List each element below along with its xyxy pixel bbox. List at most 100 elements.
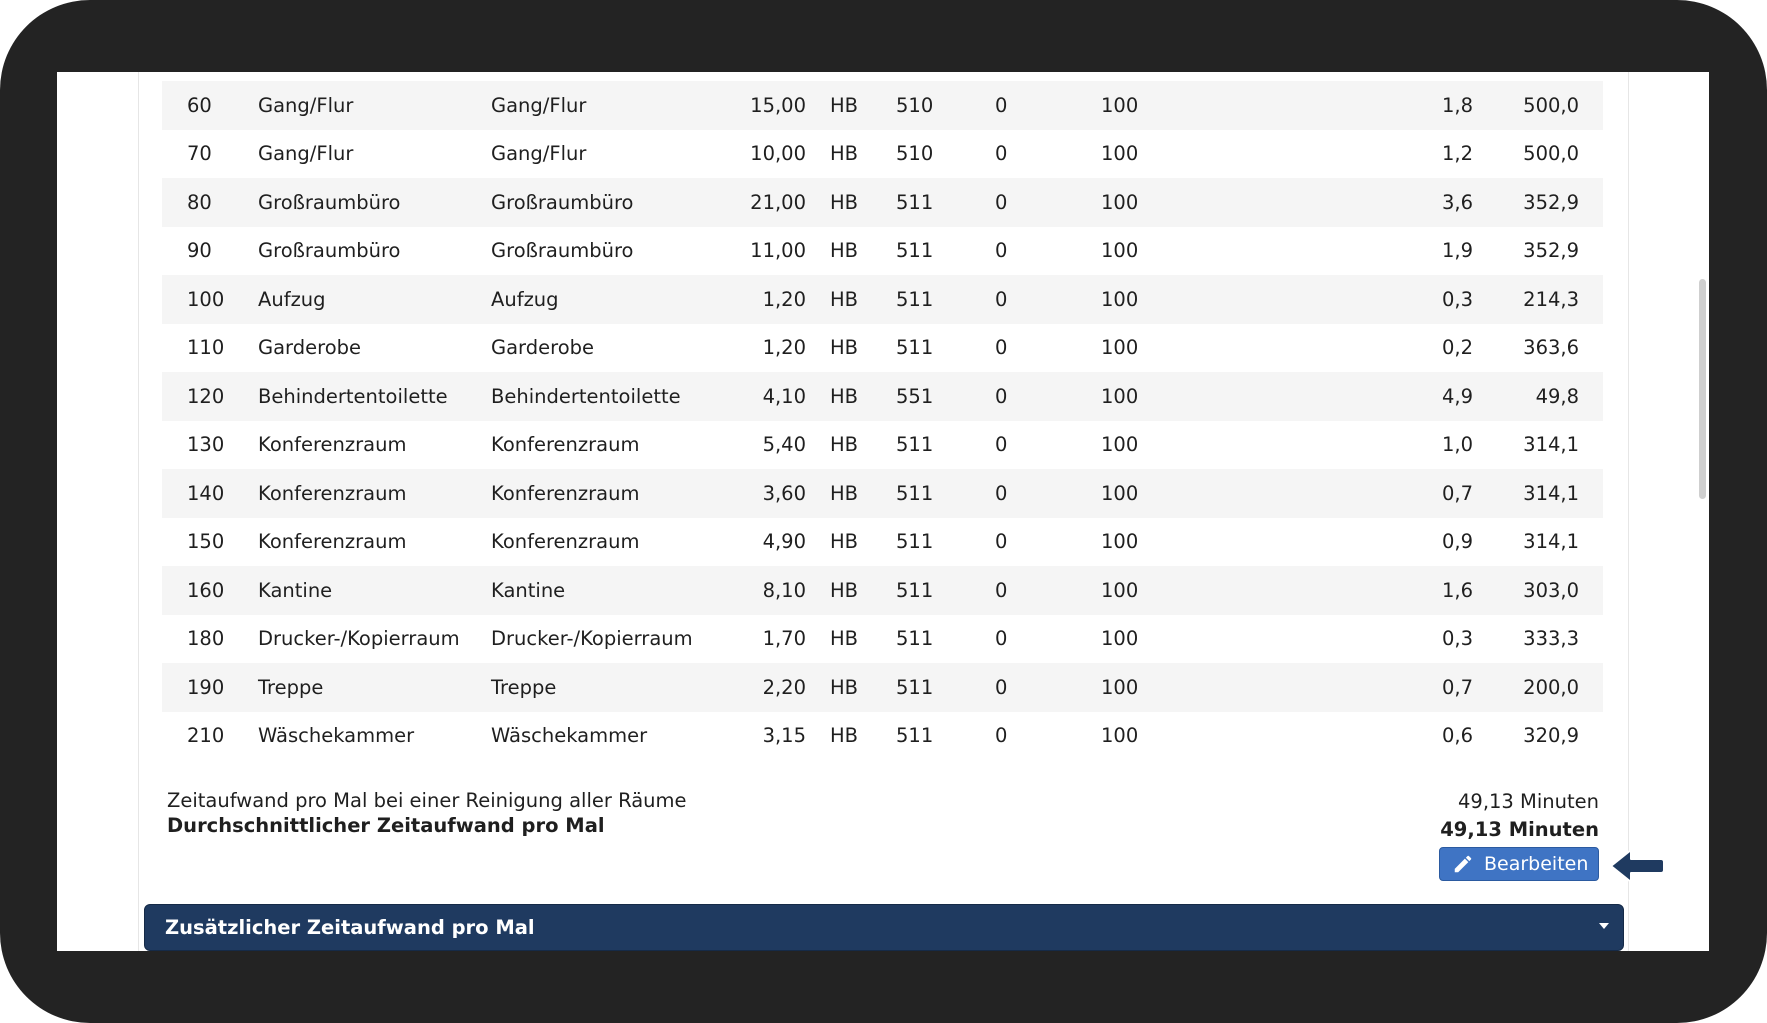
room-unit: HB bbox=[830, 239, 859, 263]
room-number: 60 bbox=[187, 93, 212, 117]
room-time: 1,2 bbox=[1441, 142, 1473, 166]
screen: 60 Gang/Flur Gang/Flur 15,00 HB 510 0 100 1,8 500… bbox=[57, 72, 1709, 951]
room-code: 511 bbox=[896, 481, 934, 505]
room-name: Behindertentoilette bbox=[258, 384, 448, 408]
room-type: Behindertentoilette bbox=[491, 384, 681, 408]
average-time-label: Durchschnittlicher Zeitaufwand pro Mal bbox=[167, 814, 605, 837]
table-row: 110 Garderobe Garderobe 1,20 HB 511 0 100 0,2 363… bbox=[162, 324, 1603, 373]
room-percent: 100 bbox=[1101, 287, 1139, 311]
room-area: 1,20 bbox=[762, 336, 806, 360]
room-area: 3,15 bbox=[762, 724, 806, 748]
room-unit: HB bbox=[830, 675, 859, 699]
room-time: 3,6 bbox=[1441, 190, 1473, 214]
table-row: 80 Großraumbüro Großraumbüro 21,00 HB 511 0 100… bbox=[162, 178, 1603, 227]
room-unit: HB bbox=[830, 384, 859, 408]
room-area: 1,70 bbox=[762, 627, 806, 651]
table-row: 140 Konferenzraum Konferenzraum 3,60 HB 511 0 1… bbox=[162, 469, 1603, 518]
scrollbar-thumb[interactable] bbox=[1699, 279, 1706, 499]
room-name: Großraumbüro bbox=[258, 190, 401, 214]
room-name: Kantine bbox=[258, 578, 333, 602]
room-area: 4,90 bbox=[762, 530, 806, 554]
room-zero-value: 0 bbox=[995, 530, 1008, 554]
room-percent: 100 bbox=[1101, 724, 1139, 748]
room-number: 70 bbox=[187, 142, 212, 166]
room-name: Aufzug bbox=[258, 287, 326, 311]
room-type: Treppe bbox=[491, 675, 557, 699]
room-code: 551 bbox=[896, 384, 934, 408]
room-performance: 333,3 bbox=[1523, 627, 1579, 651]
room-zero-value: 0 bbox=[995, 627, 1008, 651]
room-number: 80 bbox=[187, 190, 212, 214]
room-name: Gang/Flur bbox=[258, 93, 354, 117]
scrollbar[interactable] bbox=[1695, 72, 1709, 951]
room-code: 511 bbox=[896, 578, 934, 602]
room-code: 511 bbox=[896, 190, 934, 214]
table-row: 190 Treppe Treppe 2,20 HB 511 0 100 0,7 200,0 bbox=[162, 663, 1603, 712]
rooms-table-body: 60 Gang/Flur Gang/Flur 15,00 HB 510 0 100 1,8 500… bbox=[162, 81, 1603, 760]
room-performance: 303,0 bbox=[1523, 578, 1579, 602]
room-type: Gang/Flur bbox=[491, 142, 587, 166]
room-unit: HB bbox=[830, 530, 859, 554]
room-time: 0,2 bbox=[1441, 336, 1473, 360]
room-type: Gang/Flur bbox=[491, 93, 587, 117]
room-percent: 100 bbox=[1101, 481, 1139, 505]
room-area: 5,40 bbox=[762, 433, 806, 457]
edit-button[interactable]: Bearbeiten bbox=[1439, 847, 1599, 881]
table-row: 160 Kantine Kantine 8,10 HB 511 0 100 1,6 303,0 bbox=[162, 566, 1603, 615]
room-code: 511 bbox=[896, 287, 934, 311]
room-name: Wäschekammer bbox=[258, 724, 415, 748]
room-unit: HB bbox=[830, 627, 859, 651]
room-zero-value: 0 bbox=[995, 93, 1008, 117]
room-performance: 314,1 bbox=[1523, 481, 1579, 505]
room-area: 15,00 bbox=[750, 93, 806, 117]
accordion-title: Zusätzlicher Zeitaufwand pro Mal bbox=[165, 916, 535, 939]
room-code: 511 bbox=[896, 433, 934, 457]
average-time-value: 49,13 Minuten bbox=[1440, 818, 1599, 841]
room-type: Konferenzraum bbox=[491, 433, 640, 457]
room-type: Konferenzraum bbox=[491, 530, 640, 554]
room-number: 130 bbox=[187, 433, 225, 457]
room-time: 0,9 bbox=[1441, 530, 1473, 554]
room-area: 10,00 bbox=[750, 142, 806, 166]
room-area: 11,00 bbox=[750, 239, 806, 263]
room-zero-value: 0 bbox=[995, 336, 1008, 360]
room-performance: 352,9 bbox=[1523, 190, 1579, 214]
pencil-icon bbox=[1454, 855, 1472, 873]
room-performance: 49,8 bbox=[1535, 384, 1579, 408]
room-type: Drucker-/Kopierraum bbox=[491, 627, 693, 651]
room-area: 3,60 bbox=[762, 481, 806, 505]
room-performance: 314,1 bbox=[1523, 433, 1579, 457]
room-performance: 320,9 bbox=[1523, 724, 1579, 748]
table-row: 210 Wäschekammer Wäschekammer 3,15 HB 511 0 100… bbox=[162, 712, 1603, 761]
device-frame: 60 Gang/Flur Gang/Flur 15,00 HB 510 0 100 1,8 500… bbox=[0, 0, 1767, 1023]
summary-values: 49,13 Minuten 49,13 Minuten bbox=[1440, 788, 1599, 844]
room-percent: 100 bbox=[1101, 142, 1139, 166]
total-time-label: Zeitaufwand pro Mal bei einer Reinigung … bbox=[167, 789, 687, 812]
room-zero-value: 0 bbox=[995, 724, 1008, 748]
room-code: 511 bbox=[896, 530, 934, 554]
additional-time-accordion[interactable]: Zusätzlicher Zeitaufwand pro Mal bbox=[144, 904, 1624, 951]
room-unit: HB bbox=[830, 287, 859, 311]
table-row: 100 Aufzug Aufzug 1,20 HB 511 0 100 0,3 214,3 bbox=[162, 275, 1603, 324]
room-type: Garderobe bbox=[491, 336, 595, 360]
room-unit: HB bbox=[830, 190, 859, 214]
room-number: 110 bbox=[187, 336, 225, 360]
room-performance: 314,1 bbox=[1523, 530, 1579, 554]
table-row: 180 Drucker-/Kopierraum Drucker-/Kopierrau… bbox=[162, 615, 1603, 664]
room-zero-value: 0 bbox=[995, 190, 1008, 214]
room-area: 2,20 bbox=[762, 675, 806, 699]
summary-labels: Zeitaufwand pro Mal bei einer Reinigung … bbox=[167, 788, 687, 838]
room-name: Konferenzraum bbox=[258, 433, 407, 457]
edit-button-label: Bearbeiten bbox=[1484, 853, 1589, 875]
room-name: Garderobe bbox=[258, 336, 362, 360]
room-code: 510 bbox=[896, 142, 934, 166]
room-number: 100 bbox=[187, 287, 225, 311]
room-percent: 100 bbox=[1101, 578, 1139, 602]
table-row: 150 Konferenzraum Konferenzraum 4,90 HB 511 0 1… bbox=[162, 518, 1603, 567]
room-unit: HB bbox=[830, 724, 859, 748]
room-unit: HB bbox=[830, 336, 859, 360]
room-number: 160 bbox=[187, 578, 225, 602]
room-zero-value: 0 bbox=[995, 384, 1008, 408]
room-name: Konferenzraum bbox=[258, 530, 407, 554]
room-name: Drucker-/Kopierraum bbox=[258, 627, 460, 651]
